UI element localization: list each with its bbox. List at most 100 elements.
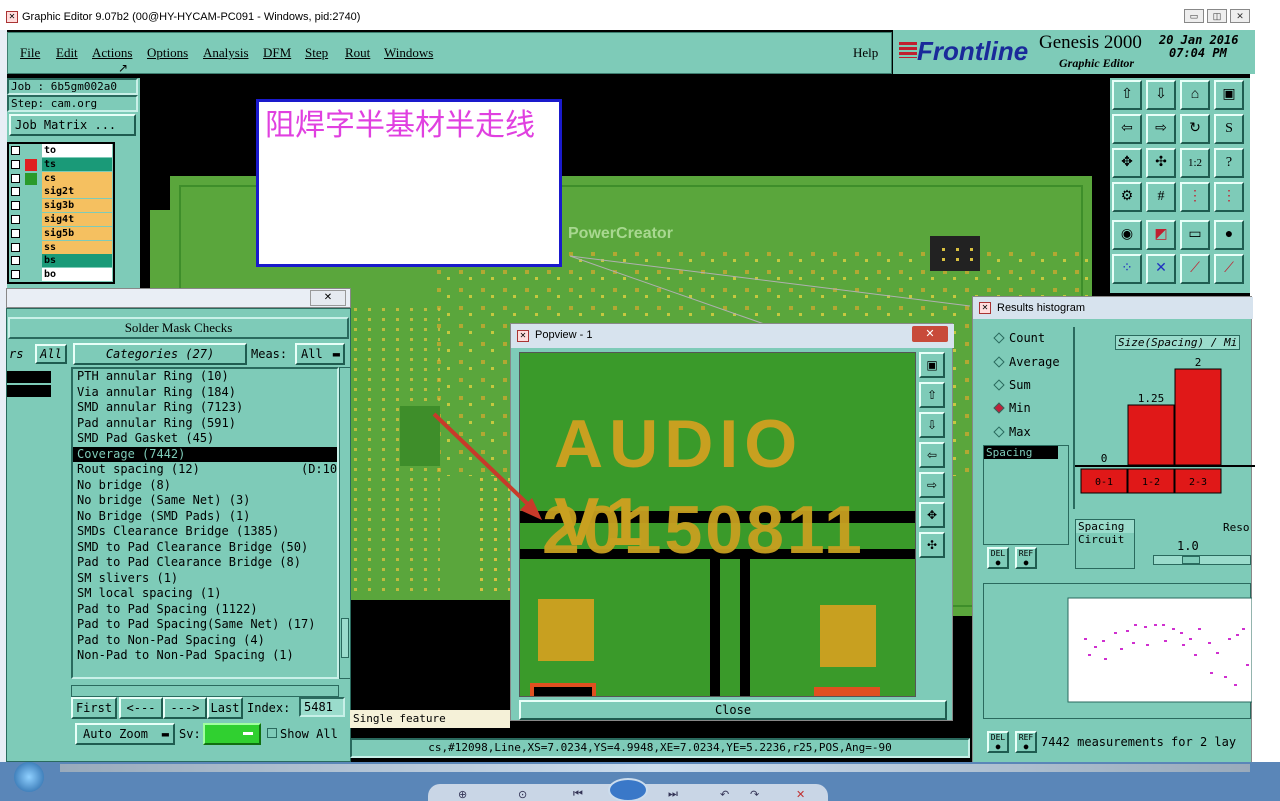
slideshow-icon[interactable] [608, 778, 648, 801]
type-list[interactable]: Spacing Circuit [1075, 519, 1135, 569]
resolution-slider[interactable] [1153, 555, 1251, 565]
list-scrollbar[interactable] [339, 367, 351, 679]
layer-checkbox[interactable] [11, 228, 20, 238]
category-item[interactable]: SMD Pad Gasket (45) [73, 431, 337, 447]
menu-actions[interactable]: Actions [92, 45, 132, 61]
delete-icon[interactable]: ✕ [796, 788, 805, 801]
categories-list[interactable]: PTH annular Ring (10) Via annular Ring (1… [71, 367, 344, 679]
del-button-2[interactable]: DEL ● [987, 731, 1009, 753]
layer-down-icon[interactable]: ⇩ [1146, 80, 1176, 110]
rotate-left-icon[interactable]: ↶ [720, 788, 729, 801]
menu-options[interactable]: Options [147, 45, 188, 61]
pan-left-icon[interactable]: ⇦ [1112, 114, 1142, 144]
hscrollbar[interactable] [71, 685, 339, 697]
menu-windows[interactable]: Windows [384, 45, 433, 61]
category-item[interactable]: SMD annular Ring (7123) [73, 400, 337, 416]
category-item[interactable]: SMDs Clearance Bridge (1385) [73, 524, 337, 540]
pan-right-icon[interactable]: ⇨ [1146, 114, 1176, 144]
left-tab-label[interactable]: rs [9, 347, 23, 361]
connect-icon[interactable]: ⁘ [1112, 254, 1142, 284]
select-icon[interactable]: ◉ [1112, 220, 1142, 250]
cross-icon[interactable]: ✕ [1146, 254, 1176, 284]
category-item[interactable]: PTH annular Ring (10) [73, 369, 337, 385]
line-icon[interactable]: ⟋ [1180, 254, 1210, 284]
menu-edit[interactable]: Edit [56, 45, 78, 61]
layer-row[interactable]: sig3b [9, 199, 113, 213]
pop-left-icon[interactable]: ⇦ [919, 442, 945, 468]
meas-dropdown[interactable]: All ▬ [295, 343, 345, 365]
category-item[interactable]: Pad to Pad Spacing (1122) [73, 602, 337, 618]
zoom-out-icon[interactable]: ✣ [1146, 148, 1176, 178]
start-button-icon[interactable] [14, 762, 44, 792]
layer-row[interactable]: to [9, 144, 113, 158]
all-button[interactable]: All [35, 344, 67, 364]
category-item[interactable]: Pad to Non-Pad Spacing (4) [73, 633, 337, 649]
pop-zoom-home-icon[interactable]: ▣ [919, 352, 945, 378]
solder-mask-titlebar[interactable]: ✕ [6, 288, 351, 308]
layer-row[interactable]: sig4t [9, 212, 113, 227]
last-button[interactable]: Last [207, 697, 243, 719]
redraw-icon[interactable]: ↻ [1180, 114, 1210, 144]
home-icon[interactable]: ⌂ [1180, 80, 1210, 110]
popview-canvas[interactable]: AUDIO V1 20150811 [519, 352, 916, 697]
category-item[interactable]: SMD to Pad Clearance Bridge (50) [73, 540, 337, 556]
arc-icon[interactable]: ⟋ [1214, 254, 1244, 284]
menu-step[interactable]: Step [305, 45, 328, 61]
layer-row[interactable]: sig5b [9, 226, 113, 241]
menu-file[interactable]: File [20, 45, 40, 61]
layer-checkbox[interactable] [11, 159, 20, 169]
histogram-titlebar[interactable]: ✕ Results histogram [973, 297, 1253, 319]
menu-analysis[interactable]: Analysis [203, 45, 249, 61]
category-item[interactable]: Pad annular Ring (591) [73, 416, 337, 432]
next-button[interactable]: ---> [163, 697, 207, 719]
settings-icon[interactable]: ⚙ [1112, 182, 1142, 212]
prev-button[interactable]: <--- [119, 697, 163, 719]
ref-button[interactable]: REF ● [1015, 547, 1037, 569]
category-item[interactable]: Coverage (7442) [73, 446, 337, 462]
category-item[interactable]: Via annular Ring (184) [73, 385, 337, 401]
layer-checkbox[interactable] [11, 173, 20, 183]
pop-right-icon[interactable]: ⇨ [919, 472, 945, 498]
zoom-home-icon[interactable]: ▣ [1214, 80, 1244, 110]
solder-mask-close-icon[interactable]: ✕ [310, 290, 346, 306]
option-count[interactable]: Count [993, 331, 1045, 345]
grid-icon[interactable]: # [1146, 182, 1176, 212]
categories-button[interactable]: Categories (27) [73, 343, 247, 365]
pop-up-icon[interactable]: ⇧ [919, 382, 945, 408]
job-matrix-button[interactable]: Job Matrix ... [9, 114, 136, 136]
window-title-bar[interactable]: ✕ Graphic Editor 9.07b2 (00@HY-HYCAM-PC0… [0, 0, 1280, 30]
layer-checkbox[interactable] [11, 242, 20, 252]
layer-row[interactable]: bs [9, 254, 113, 268]
layer-row[interactable]: sig2t [9, 185, 113, 199]
auto-zoom-dropdown[interactable]: Auto Zoom ▬ [75, 723, 175, 745]
next-image-icon[interactable]: ⏭ [668, 788, 678, 801]
filter-item[interactable]: Spacing [984, 446, 1058, 459]
type-spacing[interactable]: Spacing [1076, 520, 1134, 533]
popview-titlebar[interactable]: ✕ Popview - 1 ✕ [511, 324, 954, 348]
layer-checkbox[interactable] [11, 201, 20, 211]
prev-image-icon[interactable]: ⏮ [573, 788, 583, 801]
option-average[interactable]: Average [993, 355, 1060, 369]
layer-checkbox[interactable] [11, 146, 20, 155]
category-item[interactable]: No bridge (Same Net) (3) [73, 493, 337, 509]
measure-icon[interactable]: ⋮ [1180, 182, 1210, 212]
popview-close-icon[interactable]: ✕ [912, 326, 948, 342]
scale-icon[interactable]: 1:2 [1180, 148, 1210, 178]
category-item[interactable]: No Bridge (SMD Pads) (1) [73, 509, 337, 525]
category-item[interactable]: SM slivers (1) [73, 571, 337, 587]
category-item[interactable]: SM local spacing (1) [73, 586, 337, 602]
pad-icon[interactable]: ● [1214, 220, 1244, 250]
ref-button-2[interactable]: REF ● [1015, 731, 1037, 753]
popview-close-button[interactable]: Close [519, 700, 947, 720]
category-item[interactable]: No bridge (8) [73, 478, 337, 494]
pop-zoom-in-icon[interactable]: ✥ [919, 502, 945, 528]
close-icon[interactable]: ✕ [1230, 9, 1250, 23]
draw-icon[interactable]: ◩ [1146, 220, 1176, 250]
sv-color-dropdown[interactable]: ▬ [203, 723, 261, 745]
zoom-in-icon[interactable]: ✥ [1112, 148, 1142, 178]
pop-zoom-out-icon[interactable]: ✣ [919, 532, 945, 558]
snap-icon[interactable]: S [1214, 114, 1244, 144]
del-button[interactable]: DEL ● [987, 547, 1009, 569]
option-sum[interactable]: Sum [993, 378, 1031, 392]
layer-up-icon[interactable]: ⇧ [1112, 80, 1142, 110]
